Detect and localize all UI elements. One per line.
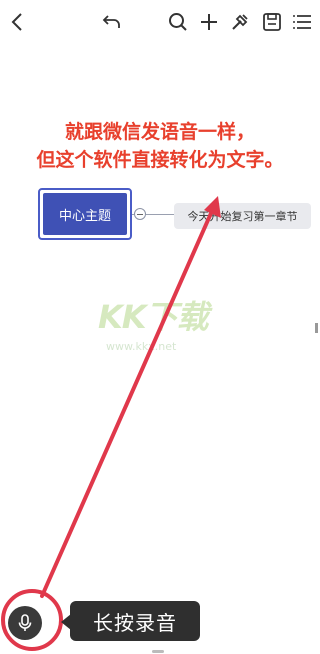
- tooltip-label: 长按录音: [93, 610, 177, 635]
- annotation-arrow: [40, 196, 221, 598]
- bottom-handle: [152, 650, 164, 653]
- child-topic-label: 今天开始复习第一章节: [187, 210, 298, 223]
- undo-icon[interactable]: [100, 10, 124, 34]
- central-topic-node[interactable]: 中心主题: [38, 188, 132, 240]
- annotation-line-1: 就跟微信发语音一样，: [64, 121, 255, 143]
- annotation-line-2: 但这个软件直接转化为文字。: [36, 149, 284, 171]
- search-icon[interactable]: [166, 10, 190, 34]
- outline-icon[interactable]: [291, 10, 315, 34]
- watermark-logo: KK下载: [98, 298, 209, 336]
- watermark-url: www.kkx.net: [106, 340, 177, 353]
- long-press-tooltip: 长按录音: [70, 601, 200, 641]
- format-icon[interactable]: [228, 10, 252, 34]
- collapse-toggle-icon[interactable]: [134, 208, 146, 220]
- top-toolbar: [0, 0, 320, 46]
- watermark: KK下载 www.kkx.net: [98, 292, 228, 362]
- annotation-text: 就跟微信发语音一样， 但这个软件直接转化为文字。: [0, 118, 320, 174]
- child-topic-node[interactable]: 今天开始复习第一章节: [174, 203, 311, 229]
- back-icon[interactable]: [6, 10, 30, 34]
- central-topic-label: 中心主题: [43, 193, 127, 235]
- microphone-icon: [18, 614, 32, 631]
- save-icon[interactable]: [260, 10, 284, 34]
- add-icon[interactable]: [197, 10, 221, 34]
- voice-record-button[interactable]: [8, 606, 42, 640]
- scroll-indicator: [315, 323, 318, 333]
